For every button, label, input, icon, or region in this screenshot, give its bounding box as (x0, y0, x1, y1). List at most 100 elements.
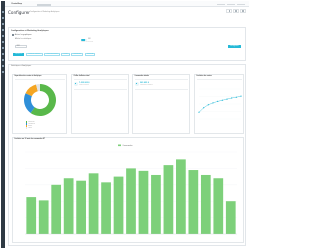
sidebar-item[interactable] (2, 65, 4, 67)
sidebar-item[interactable] (2, 41, 4, 43)
sidebar-item[interactable] (2, 11, 4, 13)
data-point[interactable] (231, 97, 233, 99)
enable-checkbox[interactable] (12, 34, 14, 36)
dashboard-heading: Statistiques et Analytiques (11, 66, 32, 68)
sidebar (1, 1, 5, 248)
stat-label: Commandes passees (140, 85, 153, 87)
toolbar-button[interactable] (226, 9, 233, 13)
tab-ventes-produit[interactable]: Ventes par produit (44, 53, 60, 56)
date-input[interactable]: 2021 (15, 45, 27, 48)
brand-name: PrestaShop (11, 4, 22, 5)
data-point[interactable] (221, 99, 223, 101)
stat-card-orders: Commandes totales 245 455 $ Commandes pa… (132, 74, 190, 134)
bar[interactable] (188, 170, 199, 234)
top-action-link[interactable] (227, 3, 235, 6)
sidebar-item[interactable] (2, 53, 4, 55)
top-action-link[interactable] (217, 3, 225, 6)
card-divider (134, 79, 188, 80)
data-point[interactable] (240, 95, 242, 97)
bar[interactable] (38, 200, 49, 234)
bar[interactable] (151, 174, 161, 234)
tab-statistiques[interactable]: Statistiques (13, 53, 25, 56)
stat-title: Commandes totales (134, 76, 149, 78)
bar-card: Evolution sur 12 mois des commandes HT C… (12, 137, 244, 243)
legend-label: Accessoires (27, 123, 35, 125)
help-text: Afficher les donnees (81, 41, 94, 43)
pie-legend: Vetements Accessoires Maison Autres (26, 121, 35, 129)
bar[interactable] (126, 168, 136, 234)
dashboard-panel: Statistiques et Analytiques Repartition … (8, 64, 246, 246)
bar[interactable] (225, 201, 236, 234)
stat-value: 245 455 $ (140, 82, 149, 84)
bar[interactable] (88, 173, 99, 234)
card-divider (134, 88, 188, 90)
sidebar-item[interactable] (2, 17, 4, 19)
stat-title: Chiffre d'affaires total (73, 76, 90, 78)
logo[interactable]: PrestaShop (11, 3, 22, 6)
enable-row: Activer les graphiques (12, 34, 32, 36)
data-point[interactable] (198, 111, 200, 113)
page-subtitle: Configuration et Marketing Analytiques (30, 11, 60, 13)
stat-label: Chiffre d'affaires (79, 85, 89, 87)
legend-label: Maison (27, 125, 33, 127)
tab-bar: Statistiques Ventes par categorie Ventes… (13, 53, 96, 56)
display-toggle[interactable] (81, 38, 87, 42)
bar-chart: Commandes (25, 144, 237, 235)
header-toolbar (226, 9, 246, 13)
toolbar-icon (235, 10, 238, 12)
data-point[interactable] (235, 96, 237, 98)
orders-icon (134, 81, 139, 86)
top-actions (217, 3, 245, 6)
card-divider (73, 79, 127, 80)
toolbar-button[interactable] (233, 9, 240, 13)
page-title: Configurer (8, 10, 31, 15)
data-point[interactable] (212, 102, 214, 104)
pie-title: Repartition des ventes et Analytique (14, 76, 42, 78)
bar[interactable] (26, 197, 37, 234)
stat-card-revenue: Chiffre d'affaires total 7 452 000 $ Chi… (71, 74, 129, 134)
cart-icon (135, 82, 138, 85)
data-point[interactable] (217, 100, 219, 102)
bar[interactable] (63, 178, 74, 234)
sidebar-item[interactable] (2, 59, 4, 61)
stat-value: 7 452 000 $ (79, 82, 90, 84)
line-chart (198, 88, 242, 120)
config-heading: Configuration et Marketing Analytiques (11, 29, 49, 32)
card-divider (14, 79, 65, 80)
sidebar-item[interactable] (2, 29, 4, 31)
topbar: PrestaShop (5, 1, 249, 7)
legend-label: Autres (27, 127, 32, 129)
data-point[interactable] (207, 104, 209, 106)
enable-label: Activer les graphiques (14, 34, 32, 36)
toggle-state: OUI (88, 38, 91, 40)
top-action-link[interactable] (237, 3, 245, 6)
tab-paiements[interactable]: Paiements (84, 53, 96, 56)
toolbar-button[interactable] (240, 9, 246, 13)
tab-ventes-categorie[interactable]: Ventes par categorie (25, 53, 43, 56)
bar[interactable] (76, 180, 86, 234)
line-card: Evolution des ventes (194, 74, 244, 134)
sidebar-item[interactable] (2, 35, 4, 37)
bar[interactable] (176, 159, 186, 234)
bar[interactable] (113, 176, 124, 234)
bar[interactable] (51, 184, 62, 234)
bar-title: Evolution sur 12 mois des commandes HT (14, 139, 45, 141)
bar[interactable] (138, 170, 149, 234)
series-line (198, 95, 242, 113)
bar[interactable] (213, 178, 224, 234)
bar[interactable] (101, 182, 111, 234)
data-point[interactable] (226, 98, 228, 100)
tab-commandes[interactable]: Commandes (71, 53, 84, 56)
config-panel: Configuration et Marketing Analytiques A… (8, 27, 246, 61)
field-label: Afficher les statistiques (15, 39, 32, 40)
tab-clients[interactable]: Clients (61, 53, 70, 56)
sidebar-item[interactable] (2, 71, 4, 73)
bar[interactable] (200, 174, 211, 234)
card-divider (73, 88, 127, 90)
sidebar-item[interactable] (2, 47, 4, 49)
bar[interactable] (163, 165, 174, 234)
save-button[interactable]: Enregistrer (228, 45, 241, 49)
data-point[interactable] (203, 107, 205, 109)
search-input[interactable] (37, 3, 51, 6)
sidebar-item[interactable] (2, 23, 4, 25)
